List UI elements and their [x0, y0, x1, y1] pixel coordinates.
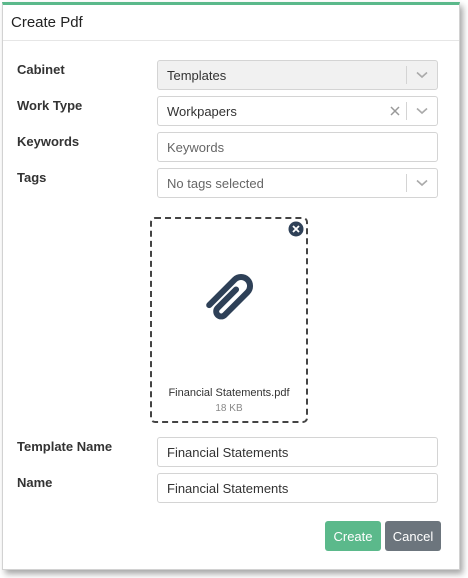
chevron-down-icon[interactable]: [407, 97, 437, 125]
keywords-input[interactable]: [158, 133, 437, 161]
tags-select[interactable]: No tags selected: [157, 168, 438, 198]
attachment-file-name: Financial Statements.pdf: [168, 387, 290, 399]
chevron-down-icon[interactable]: [407, 169, 437, 197]
cancel-button[interactable]: Cancel: [385, 521, 441, 551]
attachment-file-size: 18 KB: [215, 403, 243, 414]
paperclip-icon: [198, 263, 260, 333]
cabinet-value: Templates: [167, 67, 227, 83]
template-name-field[interactable]: [157, 437, 438, 467]
cabinet-label: Cabinet: [17, 62, 65, 77]
remove-file-icon[interactable]: [288, 221, 304, 237]
work-type-select[interactable]: Workpapers: [157, 96, 438, 126]
create-pdf-dialog: Create Pdf Cabinet Templates Work Type W…: [2, 2, 460, 570]
clear-icon[interactable]: [384, 97, 406, 125]
name-label: Name: [17, 475, 53, 490]
keywords-label: Keywords: [17, 134, 80, 149]
work-type-label: Work Type: [17, 98, 83, 113]
template-name-label: Template Name: [17, 439, 113, 454]
keywords-field[interactable]: [157, 132, 438, 162]
work-type-value: Workpapers: [167, 103, 237, 119]
name-field[interactable]: [157, 473, 438, 503]
file-dropzone[interactable]: Financial Statements.pdf 18 KB: [150, 217, 308, 423]
create-button[interactable]: Create: [325, 521, 381, 551]
tags-placeholder: No tags selected: [167, 175, 264, 191]
chevron-down-icon[interactable]: [407, 61, 437, 89]
cabinet-select[interactable]: Templates: [157, 60, 438, 90]
dialog-title: Create Pdf: [11, 14, 83, 31]
tags-label: Tags: [17, 170, 47, 185]
dialog-header: Create Pdf: [3, 5, 459, 41]
name-input[interactable]: [158, 474, 437, 502]
template-name-input[interactable]: [158, 438, 437, 466]
